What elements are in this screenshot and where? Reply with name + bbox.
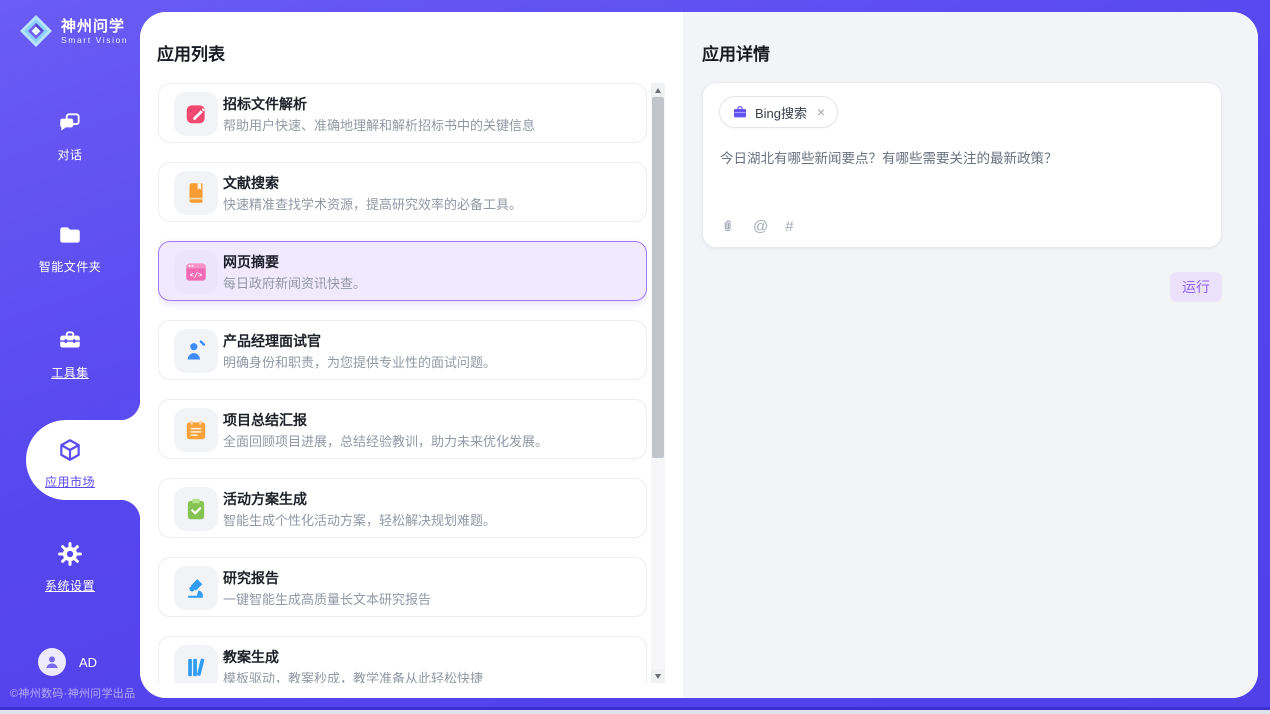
app-name: 产品经理面试官: [223, 331, 321, 351]
brand-logo: 神州问学 Smart Vision: [18, 13, 128, 49]
app-description: 智能生成个性化活动方案，轻松解决规划难题。: [223, 510, 496, 529]
app-description: 模板驱动，教案秒成，教学准备从此轻松快捷: [223, 668, 483, 683]
app-name: 文献搜索: [223, 173, 279, 193]
interviewer-icon: [174, 329, 218, 373]
hash-icon[interactable]: #: [785, 218, 793, 235]
app-card-webpage-summary[interactable]: </> 网页摘要 每日政府新闻资讯快查。: [158, 241, 647, 301]
scrollbar-down-button[interactable]: [651, 669, 665, 683]
brand-subtitle: Smart Vision: [61, 35, 128, 45]
app-name: 招标文件解析: [223, 94, 307, 114]
user-initials: AD: [79, 655, 97, 670]
app-name: 活动方案生成: [223, 489, 307, 509]
paperclip-icon[interactable]: [720, 219, 736, 235]
document-edit-icon: [174, 92, 218, 136]
webpage-code-icon: </>: [174, 250, 218, 294]
query-input-card[interactable]: Bing搜索 × 今日湖北有哪些新闻要点？有哪些需要关注的最新政策？ @ #: [702, 82, 1222, 248]
sidebar-item-settings[interactable]: 系统设置: [0, 541, 140, 594]
sidebar-item-label: 对话: [57, 146, 82, 163]
chat-icon: [57, 110, 83, 141]
sidebar-item-label: 工具集: [51, 364, 89, 381]
sidebar-footer-text: ©神州数码·神州问学出品: [10, 685, 135, 701]
sidebar-item-label: 应用市场: [45, 473, 95, 490]
user-icon: [43, 653, 61, 671]
toolbox-icon: [57, 328, 83, 359]
app-card-research-report[interactable]: 研究报告 一键智能生成高质量长文本研究报告: [158, 557, 647, 617]
diamond-logo-icon: [18, 13, 54, 49]
sidebar-item-smart-folder[interactable]: 智能文件夹: [0, 222, 140, 275]
books-icon: [174, 645, 218, 683]
app-description: 一键智能生成高质量长文本研究报告: [223, 589, 431, 608]
gear-icon: [57, 541, 83, 572]
tool-tag-bing-search[interactable]: Bing搜索 ×: [719, 96, 838, 128]
svg-text:</>: </>: [190, 270, 203, 279]
book-icon: [174, 171, 218, 215]
app-description: 每日政府新闻资讯快查。: [223, 273, 366, 292]
cube-icon: [57, 437, 83, 468]
user-chip[interactable]: AD: [38, 648, 97, 676]
app-name: 网页摘要: [223, 252, 279, 272]
sidebar-item-toolset[interactable]: 工具集: [0, 328, 140, 381]
sidebar-item-label: 系统设置: [45, 577, 95, 594]
calendar-report-icon: [174, 408, 218, 452]
sidebar-item-app-market[interactable]: 应用市场: [0, 437, 140, 490]
avatar: [38, 648, 66, 676]
composer-toolbar: @ #: [720, 218, 794, 235]
app-name: 项目总结汇报: [223, 410, 307, 430]
app-card-list: 招标文件解析 帮助用户快速、准确地理解和解析招标书中的关键信息 文献搜索 快速精…: [158, 83, 647, 683]
sidebar-item-chat[interactable]: 对话: [0, 110, 140, 163]
tab-fillet-top: [120, 400, 140, 420]
list-scrollbar[interactable]: [651, 83, 665, 683]
window-bottom-edge: [0, 710, 1270, 714]
app-list-pane: 应用列表 招标文件解析 帮助用户快速、准确地理解和解析招标书中的关键信息: [140, 12, 683, 698]
app-description: 明确身份和职责，为您提供专业性的面试问题。: [223, 352, 496, 371]
clipboard-check-icon: [174, 487, 218, 531]
app-card-lesson-plan[interactable]: 教案生成 模板驱动，教案秒成，教学准备从此轻松快捷: [158, 636, 647, 683]
scroll-up-icon: [655, 88, 661, 93]
app-detail-title: 应用详情: [702, 40, 770, 65]
app-description: 全面回顾项目进展，总结经验教训，助力未来优化发展。: [223, 431, 548, 450]
scroll-down-icon: [655, 674, 661, 679]
app-description: 帮助用户快速、准确地理解和解析招标书中的关键信息: [223, 115, 535, 134]
research-icon: [174, 566, 218, 610]
mention-icon[interactable]: @: [753, 218, 768, 235]
run-button[interactable]: 运行: [1170, 272, 1222, 302]
scrollbar-thumb[interactable]: [652, 97, 664, 458]
app-list-title: 应用列表: [157, 40, 225, 65]
sidebar-item-label: 智能文件夹: [39, 258, 102, 275]
app-description: 快速精准查找学术资源，提高研究效率的必备工具。: [223, 194, 522, 213]
main-panel: 应用列表 招标文件解析 帮助用户快速、准确地理解和解析招标书中的关键信息: [140, 12, 1258, 698]
close-icon[interactable]: ×: [817, 105, 825, 119]
brand-name: 神州问学: [61, 18, 128, 35]
app-card-bid-document-analysis[interactable]: 招标文件解析 帮助用户快速、准确地理解和解析招标书中的关键信息: [158, 83, 647, 143]
tool-tag-label: Bing搜索: [755, 103, 807, 122]
app-card-event-plan[interactable]: 活动方案生成 智能生成个性化活动方案，轻松解决规划难题。: [158, 478, 647, 538]
app-card-pm-interviewer[interactable]: 产品经理面试官 明确身份和职责，为您提供专业性的面试问题。: [158, 320, 647, 380]
app-name: 研究报告: [223, 568, 279, 588]
app-card-literature-search[interactable]: 文献搜索 快速精准查找学术资源，提高研究效率的必备工具。: [158, 162, 647, 222]
sidebar: 神州问学 Smart Vision 对话 智能文件夹: [0, 0, 140, 714]
app-card-project-summary[interactable]: 项目总结汇报 全面回顾项目进展，总结经验教训，助力未来优化发展。: [158, 399, 647, 459]
query-input-text[interactable]: 今日湖北有哪些新闻要点？有哪些需要关注的最新政策？: [720, 149, 1201, 169]
scrollbar-up-button[interactable]: [651, 83, 665, 97]
briefcase-icon: [732, 104, 748, 120]
folder-icon: [57, 222, 83, 253]
app-name: 教案生成: [223, 647, 279, 667]
tab-fillet-bottom: [120, 500, 140, 520]
app-detail-pane: 应用详情 Bing搜索 × 今日湖北有哪些新闻要点？有哪些需要关注的最新政策？ …: [683, 12, 1258, 698]
